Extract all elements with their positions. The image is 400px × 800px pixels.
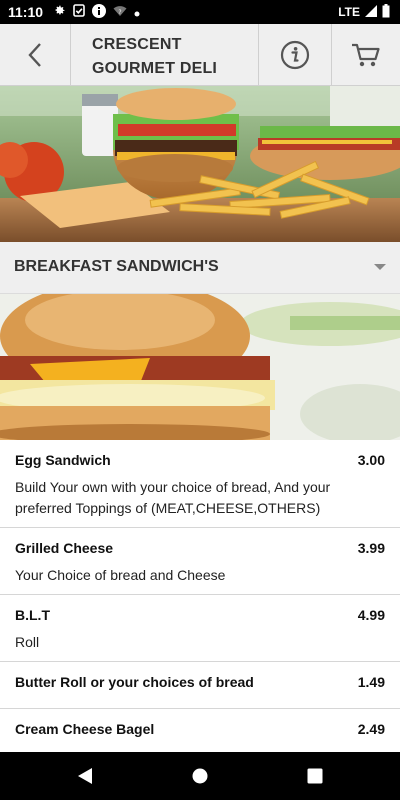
info-icon bbox=[92, 3, 107, 21]
menu-item-name: B.L.T bbox=[15, 607, 50, 623]
menu-item[interactable]: Grilled Cheese 3.99 Your Choice of bread… bbox=[0, 528, 400, 595]
menu-item-price: 3.99 bbox=[357, 540, 385, 556]
menu-item-name: Butter Roll or your choices of bread bbox=[15, 674, 254, 690]
chevron-left-icon bbox=[28, 42, 41, 67]
cart-button[interactable] bbox=[331, 24, 400, 85]
nav-home-button[interactable] bbox=[170, 752, 230, 800]
hero-food-image bbox=[0, 86, 400, 242]
restaurant-title: CRESCENT GOURMET DELI bbox=[92, 33, 252, 81]
status-icons-left: ? bbox=[53, 3, 140, 21]
status-bar: 11:10 ? LTE bbox=[0, 0, 400, 24]
menu-item-price: 4.99 bbox=[357, 607, 385, 623]
clipboard-check-icon bbox=[73, 4, 85, 20]
menu-list: Egg Sandwich 3.00 Build Your own with yo… bbox=[0, 440, 400, 753]
nav-recents-icon bbox=[307, 768, 323, 784]
menu-item[interactable]: Butter Roll or your choices of bread 1.4… bbox=[0, 662, 400, 709]
status-time: 11:10 bbox=[8, 4, 44, 20]
info-button[interactable] bbox=[258, 24, 332, 85]
menu-item-description: Build Your own with your choice of bread… bbox=[15, 479, 331, 516]
gear-icon bbox=[53, 4, 66, 20]
menu-item-name: Cream Cheese Bagel bbox=[15, 721, 155, 737]
bagel-sandwich-illustration bbox=[0, 294, 400, 440]
menu-item[interactable]: Cream Cheese Bagel 2.49 bbox=[0, 709, 400, 753]
title-line-1: CRESCENT bbox=[92, 36, 182, 53]
menu-item-name: Grilled Cheese bbox=[15, 540, 114, 556]
menu-item-price: 3.00 bbox=[357, 452, 385, 468]
menu-item-price: 2.49 bbox=[357, 721, 385, 737]
menu-item[interactable]: Egg Sandwich 3.00 Build Your own with yo… bbox=[0, 440, 400, 528]
dot-icon bbox=[134, 4, 140, 20]
system-nav-bar bbox=[0, 752, 400, 800]
info-circle-icon bbox=[280, 40, 310, 69]
menu-item[interactable]: B.L.T 4.99 Roll bbox=[0, 595, 400, 662]
title-line-2: GOURMET DELI bbox=[92, 60, 218, 77]
nav-recents-button[interactable] bbox=[285, 752, 345, 800]
nav-back-icon bbox=[78, 768, 92, 784]
nav-home-icon bbox=[192, 768, 208, 784]
network-type: LTE bbox=[338, 5, 360, 19]
status-icons-right: LTE bbox=[338, 0, 390, 24]
app-header: CRESCENT GOURMET DELI bbox=[0, 24, 400, 86]
cart-icon bbox=[351, 43, 380, 66]
menu-item-price: 1.49 bbox=[357, 674, 385, 690]
category-header[interactable]: BREAKFAST SANDWICH'S bbox=[0, 242, 400, 294]
category-title: BREAKFAST SANDWICH'S bbox=[14, 258, 219, 275]
signal-icon bbox=[365, 4, 377, 20]
back-button[interactable] bbox=[0, 24, 71, 85]
category-image bbox=[0, 294, 400, 440]
menu-item-description: Your Choice of bread and Cheese bbox=[15, 567, 226, 583]
nav-back-button[interactable] bbox=[55, 752, 115, 800]
dropdown-caret-icon bbox=[374, 264, 386, 270]
battery-icon bbox=[382, 3, 390, 21]
menu-item-name: Egg Sandwich bbox=[15, 452, 111, 468]
hero-illustration bbox=[0, 86, 400, 242]
menu-item-description: Roll bbox=[15, 634, 40, 650]
svg-text:?: ? bbox=[118, 9, 121, 16]
wifi-question-icon: ? bbox=[113, 4, 127, 20]
